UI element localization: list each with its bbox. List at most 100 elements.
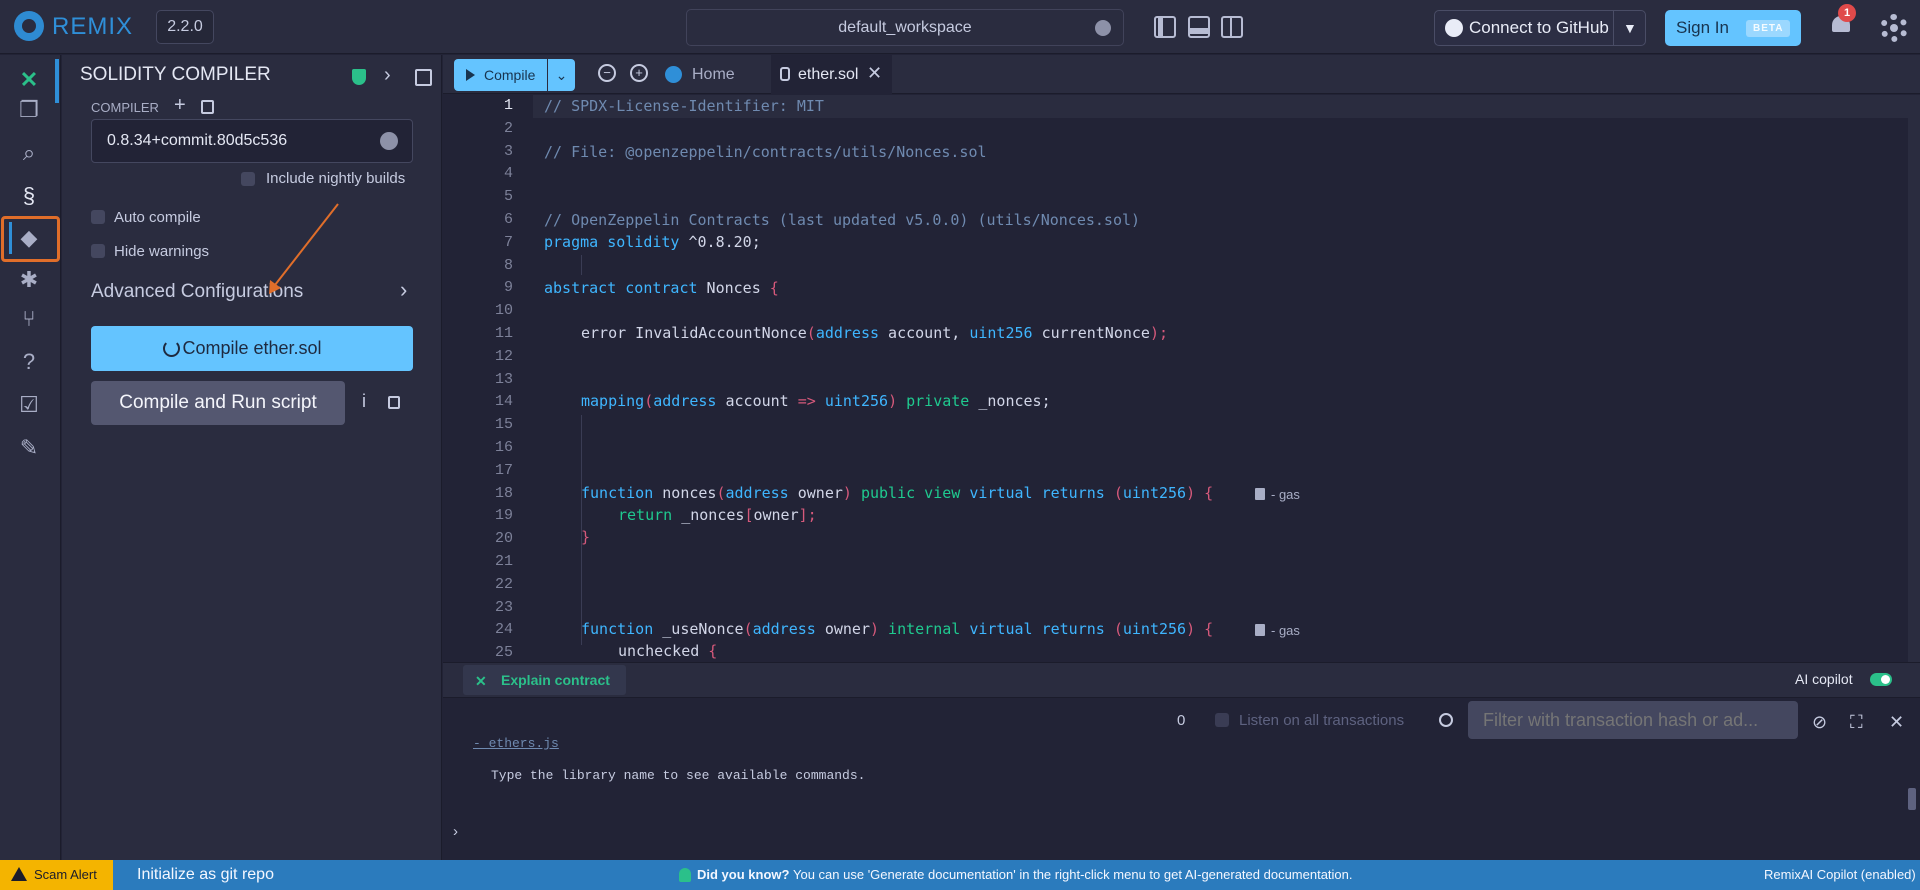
lightbulb-icon: [679, 868, 691, 882]
code-line-7: pragma solidity ^0.8.20;: [544, 233, 761, 251]
code-punct: (: [1104, 620, 1123, 638]
code-line-1: // SPDX-License-Identifier: MIT: [544, 97, 824, 115]
code-text: Nonces: [697, 279, 770, 297]
code-text: account,: [879, 324, 970, 342]
terminal-line: Type the library name to see available c…: [491, 768, 866, 783]
ai-copilot-toggle[interactable]: [1870, 673, 1892, 686]
code-keyword: private: [897, 392, 970, 410]
code-line-14: mapping(address account => uint256) priv…: [581, 392, 1051, 410]
code-punct: {: [1195, 484, 1214, 502]
terminal-line: - ethers.js: [473, 736, 559, 751]
zoom-out-icon[interactable]: −: [598, 64, 616, 82]
terminal-scrollbar[interactable]: [1908, 788, 1916, 810]
tip-text: You can use 'Generate documentation' in …: [793, 867, 1353, 882]
code-line-25: unchecked {: [618, 642, 717, 660]
clear-console-icon[interactable]: ⊘: [1812, 712, 1827, 733]
gas-estimate: - gas: [1255, 487, 1300, 502]
line-number: 4: [503, 165, 513, 183]
line-number: 3: [503, 142, 513, 160]
terminal-output[interactable]: [443, 741, 1920, 860]
search-icon: [1439, 713, 1453, 727]
code-comment: // SPDX-License-Identifier: MIT: [544, 97, 824, 115]
code-keyword: uint256: [815, 392, 889, 410]
code-punct: {: [1195, 620, 1214, 638]
scam-alert-label: Scam Alert: [34, 867, 97, 882]
line-number: 19: [494, 507, 513, 525]
line-number: 5: [503, 188, 513, 206]
line-number: 9: [503, 279, 513, 297]
line-number: 14: [494, 393, 513, 411]
editor-scrollbar[interactable]: [1908, 95, 1920, 662]
gas-pump-icon: [1255, 624, 1265, 636]
code-punct: ): [1186, 484, 1196, 502]
remix-ide: REMIX 2.2.0 default_workspace Connect to…: [0, 0, 1920, 890]
line-number: 10: [494, 302, 513, 320]
code-keyword: address: [752, 620, 816, 638]
code-punct: }: [581, 528, 591, 546]
gas-estimate: - gas: [1255, 623, 1300, 638]
line-number: 17: [494, 461, 513, 479]
code-line-11: error InvalidAccountNonce(address accoun…: [581, 324, 1168, 342]
remixai-copilot-status[interactable]: RemixAI Copilot (enabled): [1764, 860, 1916, 890]
chevron-down-icon[interactable]: ⌄: [548, 59, 575, 91]
play-icon: [466, 69, 475, 81]
explain-contract-button[interactable]: ✕ Explain contract: [463, 665, 626, 695]
indent-guide: [581, 255, 582, 275]
code-text: error InvalidAccountNonce: [581, 324, 807, 342]
code-keyword: public view: [851, 484, 961, 502]
ai-bar: [443, 662, 1920, 698]
tab-label: ether.sol: [798, 66, 859, 83]
line-number: 16: [494, 439, 513, 456]
code-line-24: function _useNonce(address owner) intern…: [581, 620, 1213, 638]
gas-label: - gas: [1271, 623, 1300, 638]
code-line-19: return _nonces[owner];: [618, 506, 817, 524]
line-number: 15: [494, 416, 513, 434]
tab-home[interactable]: Home: [665, 55, 769, 94]
code-punct: {: [769, 279, 779, 297]
initialize-git-button[interactable]: Initialize as git repo: [137, 860, 274, 890]
solidity-file-icon: [780, 67, 790, 81]
code-keyword: return: [618, 506, 673, 524]
run-compile-button[interactable]: Compile: [454, 59, 547, 91]
did-you-know-label: Did you know?: [697, 867, 790, 882]
code-punct: =>: [797, 392, 816, 410]
run-compile-label: Compile: [484, 67, 536, 83]
line-number: 18: [494, 484, 513, 502]
close-icon[interactable]: ✕: [1889, 712, 1904, 733]
zoom-in-icon[interactable]: +: [630, 64, 648, 82]
listen-transactions-checkbox[interactable]: [1215, 713, 1229, 727]
remix-logo-icon: [665, 66, 682, 83]
line-number: 7: [503, 233, 513, 251]
gas-pump-icon: [1255, 488, 1265, 500]
code-text: nonces: [653, 484, 717, 502]
scam-alert-button[interactable]: Scam Alert: [0, 860, 113, 890]
line-number: 20: [494, 530, 513, 548]
code-keyword: address: [815, 324, 880, 342]
code-keyword: address: [653, 392, 717, 410]
close-icon[interactable]: ✕: [867, 55, 882, 92]
code-text: owner: [753, 506, 799, 524]
code-keyword: virtual returns: [960, 620, 1105, 638]
line-number: 1: [503, 97, 513, 114]
code-keyword: address: [725, 484, 789, 502]
line-number: 21: [494, 553, 513, 570]
code-text: _useNonce: [653, 620, 744, 638]
tab-ether-sol[interactable]: ether.sol ✕: [771, 55, 892, 94]
code-text: ^0.8.20;: [679, 233, 761, 251]
code-keyword: pragma solidity: [544, 233, 680, 251]
remix-ai-icon: ✕: [475, 673, 487, 689]
code-text: owner: [788, 484, 843, 502]
code-editor[interactable]: 1 2 3 4 5 6 7 8 9 10 11 12 13 14 15 16 17 18 19 20 21 22 23 24 2…: [443, 95, 1920, 662]
code-text: account: [716, 392, 798, 410]
code-text: _nonces: [672, 506, 745, 524]
code-keyword: internal: [879, 620, 961, 638]
code-text: _nonces;: [969, 392, 1051, 410]
explain-contract-label: Explain contract: [501, 672, 610, 688]
fullscreen-icon[interactable]: ⛶: [1850, 712, 1863, 733]
transaction-filter-input[interactable]: [1468, 701, 1798, 739]
pending-tx-count: 0: [1177, 712, 1186, 729]
terminal-prompt[interactable]: ›: [453, 823, 458, 840]
code-punct: (: [644, 392, 654, 410]
code-punct: ): [870, 620, 880, 638]
code-line-9: abstract contract Nonces {: [544, 279, 779, 297]
